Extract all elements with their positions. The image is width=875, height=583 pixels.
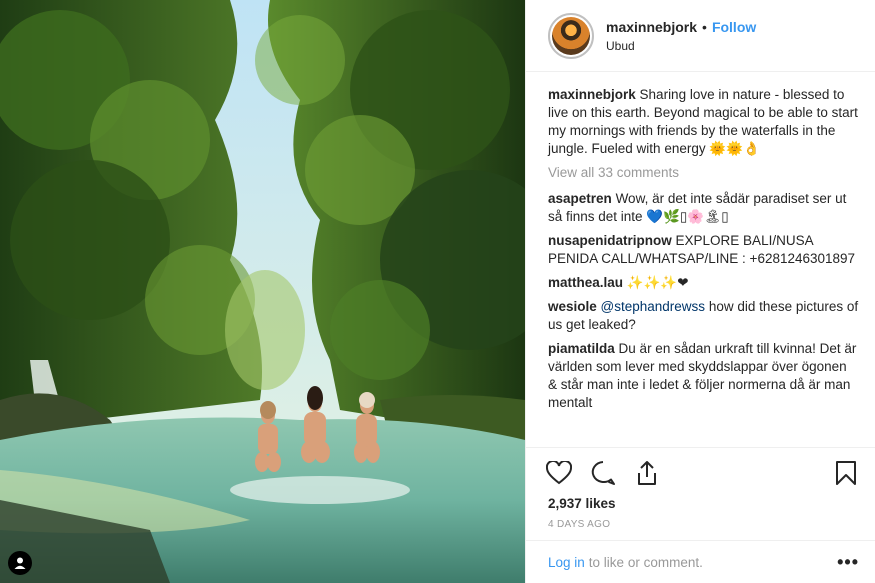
comment-icon[interactable]	[588, 458, 618, 488]
comment-mention[interactable]: @stephandrewss	[601, 299, 706, 314]
post-date[interactable]: 4 DAYS AGO	[548, 519, 861, 530]
comment-username[interactable]: asapetren	[548, 191, 612, 206]
avatar[interactable]	[548, 12, 594, 59]
action-bar: 2,937 likes 4 DAYS AGO	[526, 447, 875, 540]
follow-button[interactable]: Follow	[712, 19, 756, 35]
caption: maxinnebjork Sharing love in nature - bl…	[548, 86, 859, 158]
action-icons	[544, 456, 861, 490]
jungle-river-photo	[0, 0, 525, 583]
comment-item: piamatilda Du är en sådan urkraft till k…	[548, 340, 859, 412]
login-prompt-text: to like or comment.	[588, 554, 703, 570]
header-separator: •	[702, 18, 707, 35]
more-options-icon[interactable]: •••	[837, 552, 859, 573]
instagram-post: maxinnebjork • Follow Ubud maxinnebjork …	[0, 0, 875, 583]
avatar-image	[552, 16, 590, 55]
post-header: maxinnebjork • Follow Ubud	[526, 0, 875, 72]
comment-username[interactable]: matthea.lau	[548, 275, 623, 290]
comment-item: nusapenidatripnow EXPLORE BALI/NUSA PENI…	[548, 232, 859, 268]
post-sidebar: maxinnebjork • Follow Ubud maxinnebjork …	[525, 0, 875, 583]
comment-item: wesiole @stephandrewss how did these pic…	[548, 298, 859, 334]
comment-username[interactable]: piamatilda	[548, 341, 615, 356]
login-bar: Log in to like or comment. •••	[526, 540, 875, 583]
header-top-row: maxinnebjork • Follow	[606, 19, 756, 35]
bookmark-icon[interactable]	[831, 458, 861, 488]
view-all-comments-link[interactable]: View all 33 comments	[548, 164, 859, 182]
comment-text: ✨✨✨❤	[626, 275, 689, 290]
caption-username[interactable]: maxinnebjork	[548, 87, 636, 102]
comment-username[interactable]: wesiole	[548, 299, 597, 314]
location-link[interactable]: Ubud	[606, 39, 756, 53]
share-icon[interactable]	[632, 458, 662, 488]
tagged-user-icon[interactable]	[8, 551, 32, 575]
header-text: maxinnebjork • Follow Ubud	[606, 19, 756, 53]
comment-username[interactable]: nusapenidatripnow	[548, 233, 672, 248]
comments-section: maxinnebjork Sharing love in nature - bl…	[526, 72, 875, 447]
heart-icon[interactable]	[544, 458, 574, 488]
header-username[interactable]: maxinnebjork	[606, 19, 697, 35]
post-photo[interactable]	[0, 0, 525, 583]
login-link[interactable]: Log in	[548, 555, 585, 570]
comment-item: asapetren Wow, är det inte sådär paradis…	[548, 190, 859, 226]
likes-count[interactable]: 2,937 likes	[548, 496, 861, 511]
comment-item: matthea.lau ✨✨✨❤	[548, 274, 859, 292]
